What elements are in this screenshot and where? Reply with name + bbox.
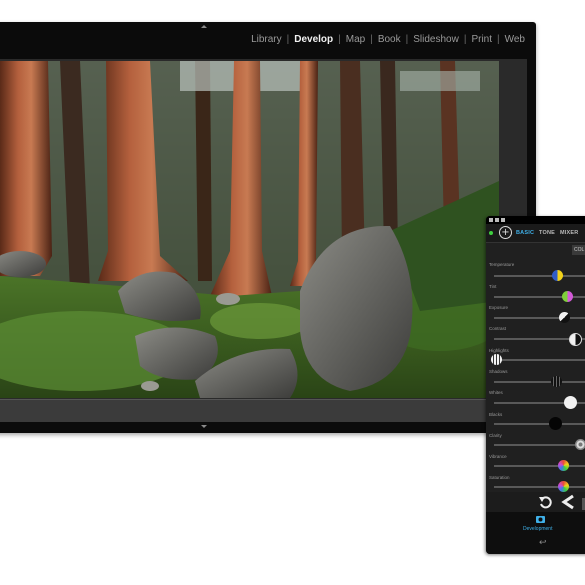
slider-track-temperature[interactable] bbox=[494, 275, 585, 277]
module-library[interactable]: Library bbox=[246, 34, 287, 45]
notification-icon bbox=[495, 218, 499, 222]
slider-label-clarity: Clarity bbox=[489, 433, 502, 438]
slider-track-saturation[interactable] bbox=[494, 486, 585, 488]
slider-track-clarity[interactable] bbox=[494, 444, 585, 446]
slider-track-shadows[interactable] bbox=[494, 381, 585, 383]
slider-knob-vibrance[interactable] bbox=[558, 460, 569, 471]
tab-tone[interactable]: TONE bbox=[539, 230, 555, 236]
slider-label-vibrance: Vibrance bbox=[489, 454, 507, 459]
slider-track-highlights[interactable] bbox=[494, 359, 585, 361]
slider-label-blacks: Blacks bbox=[489, 412, 503, 417]
basic-panel: COL Temperature Tint Exposure Contrast H… bbox=[486, 243, 585, 511]
slider-label-exposure: Exposure bbox=[489, 305, 509, 310]
bottom-navigation: Development ↩ bbox=[486, 512, 585, 554]
module-picker: Library | Develop | Map | Book | Slidesh… bbox=[246, 34, 530, 45]
slider-label-saturation: Saturation bbox=[489, 475, 510, 480]
development-tab-label[interactable]: Development bbox=[523, 526, 552, 532]
slider-knob-blacks[interactable] bbox=[549, 417, 562, 430]
top-panel-toggle[interactable] bbox=[201, 25, 207, 28]
undo-icon[interactable] bbox=[538, 495, 552, 509]
module-web[interactable]: Web bbox=[500, 34, 530, 45]
tab-basic[interactable]: BASIC bbox=[516, 230, 534, 236]
bottom-panel-toggle[interactable] bbox=[201, 425, 207, 428]
phone-device: + BASIC TONE MIXER D COL Temperature Tin… bbox=[486, 216, 585, 554]
slider-knob-whites[interactable] bbox=[564, 396, 577, 409]
status-bar bbox=[486, 216, 585, 224]
slider-label-contrast: Contrast bbox=[489, 326, 507, 331]
notification-icon bbox=[489, 218, 493, 222]
status-dot bbox=[489, 231, 493, 235]
module-print[interactable]: Print bbox=[466, 34, 497, 45]
slider-knob-tint[interactable] bbox=[562, 291, 573, 302]
chevron-left-icon[interactable] bbox=[560, 494, 576, 510]
adjustment-tabs: + BASIC TONE MIXER D bbox=[486, 224, 585, 243]
module-map[interactable]: Map bbox=[341, 34, 370, 45]
slider-label-temperature: Temperature bbox=[489, 262, 515, 267]
develop-icon[interactable] bbox=[536, 515, 545, 523]
photo-canvas bbox=[0, 59, 527, 418]
slider-track-vibrance[interactable] bbox=[494, 465, 585, 467]
back-icon[interactable]: ↩ bbox=[539, 538, 547, 548]
notification-icon bbox=[501, 218, 505, 222]
monitor: Library | Develop | Map | Book | Slidesh… bbox=[0, 22, 536, 433]
add-icon[interactable]: + bbox=[499, 226, 512, 239]
slider-label-tint: Tint bbox=[489, 284, 497, 289]
module-slideshow[interactable]: Slideshow bbox=[408, 34, 464, 45]
slider-label-highlights: Highlights bbox=[489, 348, 509, 353]
slider-label-whites: Whites bbox=[489, 390, 503, 395]
slider-knob-exposure[interactable] bbox=[559, 312, 570, 323]
slider-knob-highlights[interactable] bbox=[491, 354, 502, 365]
slider-knob-shadows[interactable] bbox=[551, 376, 562, 387]
module-develop[interactable]: Develop bbox=[289, 34, 338, 45]
tab-mixer[interactable]: MIXER bbox=[560, 230, 578, 236]
slider-track-exposure[interactable] bbox=[494, 317, 585, 319]
slider-label-shadows: Shadows bbox=[489, 369, 508, 374]
forest-photo[interactable] bbox=[0, 61, 499, 398]
slider-knob-clarity[interactable] bbox=[575, 439, 585, 450]
color-button[interactable]: COL bbox=[572, 245, 585, 255]
slider-track-blacks[interactable] bbox=[494, 423, 585, 425]
slider-knob-saturation[interactable] bbox=[558, 481, 569, 492]
slider-knob-temperature[interactable] bbox=[552, 270, 563, 281]
action-bar bbox=[486, 492, 585, 512]
slider-knob-contrast[interactable] bbox=[569, 333, 582, 346]
module-book[interactable]: Book bbox=[373, 34, 406, 45]
filmstrip-bar bbox=[0, 399, 527, 422]
